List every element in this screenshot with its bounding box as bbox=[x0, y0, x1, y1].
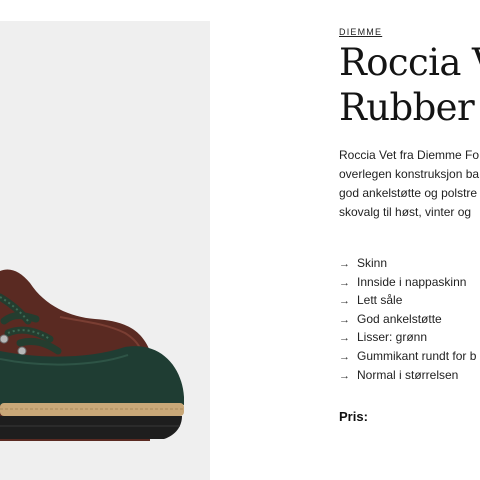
description-line: skovalg til høst, vinter og bbox=[339, 205, 472, 219]
feature-text: God ankelstøtte bbox=[357, 311, 442, 326]
feature-item: → Gummikant rundt for b bbox=[339, 347, 476, 366]
feature-text: Skinn bbox=[357, 256, 388, 270]
feature-item: → God ankelstøtte bbox=[339, 310, 476, 329]
boot-icon bbox=[0, 269, 184, 441]
feature-text: Lisser: grønn bbox=[357, 330, 428, 345]
product-title: Roccia Ve Rubber – bbox=[339, 40, 480, 130]
feature-item: → Lisser: grønn bbox=[339, 328, 476, 347]
feature-item: → Innside i nappaskinn bbox=[339, 273, 476, 292]
feature-text: Normal i størrelsen bbox=[357, 367, 459, 382]
title-line-2: Rubber – bbox=[339, 86, 480, 129]
feature-item: → Normal i størrelsen bbox=[339, 366, 476, 385]
arrow-right-icon: → bbox=[339, 258, 350, 270]
feature-text: Lett såle bbox=[357, 293, 403, 308]
feature-text: Gummikant rundt for b bbox=[357, 348, 477, 363]
arrow-right-icon: → bbox=[339, 276, 350, 289]
brand-link[interactable]: DIEMME bbox=[339, 27, 382, 37]
feature-item: → Skinn bbox=[339, 254, 476, 273]
product-info: DIEMME Roccia Ve Rubber – Roccia Vet fra… bbox=[339, 0, 480, 480]
price-label: Pris: bbox=[339, 409, 368, 424]
arrow-right-icon: → bbox=[339, 295, 350, 308]
arrow-right-icon: → bbox=[339, 332, 350, 345]
feature-text: Innside i nappaskinn bbox=[357, 274, 467, 289]
arrow-right-icon: → bbox=[339, 369, 350, 382]
product-description: Roccia Vet fra Diemme Fo overlegen konst… bbox=[339, 146, 479, 222]
description-line: Roccia Vet fra Diemme Fo bbox=[339, 148, 480, 162]
title-line-1: Roccia Ve bbox=[339, 41, 480, 84]
description-line: god ankelstøtte og polstre bbox=[339, 186, 478, 200]
product-image[interactable] bbox=[0, 21, 210, 480]
feature-item: → Lett såle bbox=[339, 291, 476, 310]
arrow-right-icon: → bbox=[339, 313, 350, 326]
description-line: overlegen konstruksjon ba bbox=[339, 167, 480, 181]
feature-list: → Skinn → Innside i nappaskinn → Lett såle … bbox=[339, 254, 476, 384]
arrow-right-icon: → bbox=[339, 350, 350, 363]
